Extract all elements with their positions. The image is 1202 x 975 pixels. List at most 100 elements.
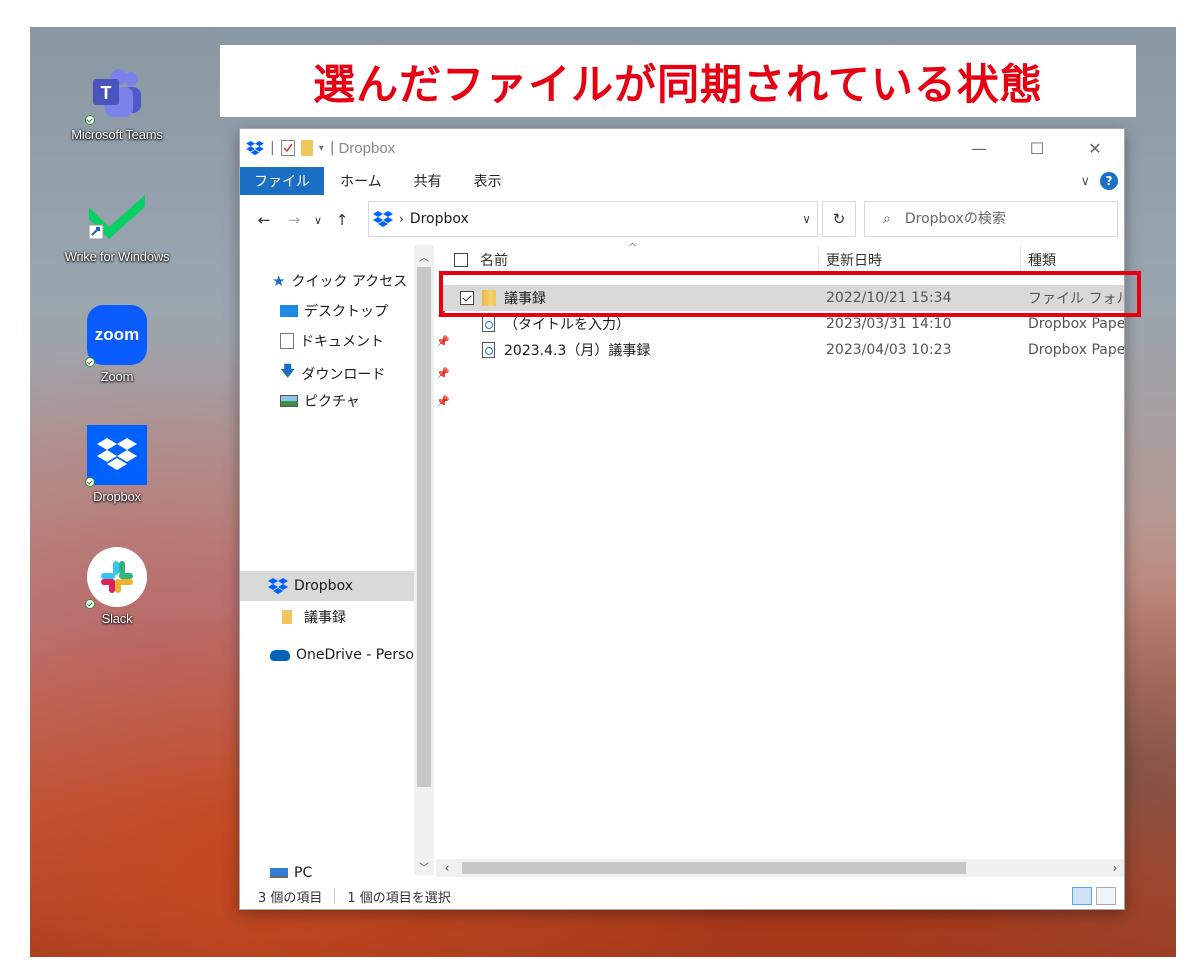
banner-text: 選んだファイルが同期されている状態 <box>313 59 1043 109</box>
desktop-icon-wrike[interactable]: Wrike for Windows <box>52 185 182 264</box>
nav-label: デスクトップ <box>304 304 388 320</box>
wrike-icon <box>87 185 147 245</box>
file-type: Dropbox Paper <box>1028 342 1125 358</box>
annotation-banner: 選んだファイルが同期されている状態 <box>220 45 1136 117</box>
tab-share[interactable]: 共有 <box>398 167 458 195</box>
nav-quick-access[interactable]: ★ クイック アクセス <box>272 271 407 291</box>
desktop-icon-zoom[interactable]: zoom Zoom <box>52 305 182 384</box>
view-toggle <box>1072 887 1116 905</box>
nav-item-onedrive[interactable]: OneDrive - Persor <box>270 647 420 663</box>
file-date: 2023/03/31 14:10 <box>826 316 952 332</box>
scrollbar-thumb[interactable] <box>462 862 966 874</box>
address-dropdown-chevron-icon[interactable]: ∨ <box>802 212 811 226</box>
breadcrumb[interactable]: Dropbox <box>410 211 469 227</box>
nav-label: ドキュメント <box>300 334 384 350</box>
desktop-icon-label: Slack <box>101 611 133 626</box>
nav-item-minutes-folder[interactable]: 議事録 <box>282 607 346 627</box>
desktop-icon <box>280 305 298 317</box>
address-bar[interactable]: › Dropbox ∨ <box>368 201 818 237</box>
maximize-icon[interactable]: ☐ <box>1008 129 1066 167</box>
zoom-logo-text: zoom <box>94 325 140 344</box>
item-count: 3 個の項目 <box>258 890 323 906</box>
quick-access-toolbar: | ▾ | <box>240 140 334 156</box>
sync-status-icon <box>85 357 95 367</box>
file-date: 2023/04/03 10:23 <box>826 342 952 358</box>
desktop-icon-label: Microsoft Teams <box>71 127 163 142</box>
search-box[interactable]: ⌕ <box>864 201 1118 237</box>
dropbox-icon <box>246 140 264 155</box>
tab-home[interactable]: ホーム <box>324 167 398 195</box>
folder-icon <box>282 610 292 624</box>
new-folder-icon[interactable] <box>300 140 313 156</box>
cloud-icon <box>270 649 290 661</box>
slack-icon <box>85 547 147 609</box>
window-controls: — ☐ ✕ <box>950 129 1124 167</box>
back-arrow-icon[interactable]: ← <box>252 211 276 229</box>
desktop-icon-slack[interactable]: Slack <box>52 547 182 626</box>
document-icon <box>280 333 294 349</box>
divider: | <box>329 140 335 156</box>
status-bar: 3 個の項目 1 個の項目を選択 <box>240 883 1124 909</box>
svg-text:T: T <box>101 83 112 103</box>
nav-item-pc[interactable]: PC <box>270 865 312 881</box>
scroll-up-chevron-icon[interactable]: ︿ <box>414 249 434 264</box>
select-all-checkbox[interactable] <box>454 253 468 267</box>
up-arrow-icon[interactable]: ↑ <box>330 211 354 229</box>
nav-label: ダウンロード <box>301 366 386 383</box>
properties-icon[interactable] <box>280 140 295 156</box>
divider: | <box>270 140 275 156</box>
explorer-window: | ▾ | Dropbox — ☐ ✕ ファイル ホーム 共有 表示 ∨ ? ←… <box>239 128 1125 910</box>
nav-item-dropbox[interactable]: Dropbox <box>240 571 414 601</box>
forward-arrow-icon[interactable]: → <box>282 211 306 229</box>
teams-icon: T <box>85 63 147 125</box>
dropbox-icon <box>268 577 288 594</box>
dropbox-paper-icon <box>482 316 495 332</box>
divider <box>334 888 336 904</box>
search-icon: ⌕ <box>883 211 891 227</box>
desktop-icon-label: Dropbox <box>93 489 141 504</box>
sync-status-icon <box>85 115 95 125</box>
nav-label: PC <box>294 865 313 881</box>
navigation-pane: ★ クイック アクセス デスクトップ 📌 ドキュメント 📌 🡇 ダウンロード 📌… <box>240 245 450 881</box>
column-label: 更新日時 <box>826 253 882 269</box>
recent-locations-chevron-icon[interactable]: ∨ <box>306 214 330 227</box>
selected-count: 1 個の項目を選択 <box>347 890 451 906</box>
scrollbar-thumb[interactable] <box>417 267 431 787</box>
nav-label: OneDrive - Persor <box>296 647 420 663</box>
dropbox-icon <box>85 425 147 487</box>
scroll-left-chevron-icon[interactable]: ‹ <box>438 859 456 877</box>
ribbon-tabs: ファイル ホーム 共有 表示 ∨ ? <box>240 167 1124 195</box>
nav-scrollbar[interactable]: ︿ ﹀ <box>414 245 434 875</box>
scroll-right-chevron-icon[interactable]: › <box>1106 859 1124 877</box>
window-title: Dropbox <box>338 139 396 157</box>
download-arrow-icon: 🡇 <box>280 362 296 380</box>
nav-label: ピクチャ <box>304 394 360 410</box>
file-name: （タイトルを入力） <box>504 317 630 333</box>
details-view-icon[interactable] <box>1072 887 1092 905</box>
table-row[interactable]: 2023.4.3（月）議事録 2023/04/03 10:23 Dropbox … <box>440 337 1125 363</box>
star-icon: ★ <box>272 272 286 290</box>
file-type: Dropbox Paper <box>1028 316 1125 332</box>
large-icons-view-icon[interactable] <box>1096 887 1116 905</box>
nav-label: 議事録 <box>304 610 346 626</box>
refresh-icon[interactable]: ↻ <box>822 201 856 237</box>
title-bar: | ▾ | Dropbox — ☐ ✕ <box>240 129 1124 167</box>
breadcrumb-separator-icon: › <box>399 212 404 226</box>
minimize-icon[interactable]: — <box>950 129 1008 167</box>
desktop-icon-teams[interactable]: T Microsoft Teams <box>52 63 182 142</box>
zoom-icon: zoom <box>85 305 147 367</box>
close-icon[interactable]: ✕ <box>1066 129 1124 167</box>
desktop-icon-dropbox[interactable]: Dropbox <box>52 425 182 504</box>
scroll-down-chevron-icon[interactable]: ﹀ <box>414 859 434 874</box>
customize-toolbar-chevron-icon[interactable]: ▾ <box>319 143 324 154</box>
sync-status-icon <box>85 477 95 487</box>
dropbox-paper-icon <box>482 342 495 358</box>
horizontal-scrollbar[interactable]: ‹ › <box>436 859 1124 877</box>
tab-file[interactable]: ファイル <box>240 167 324 195</box>
column-label: 種類 <box>1028 253 1056 269</box>
help-icon[interactable]: ? <box>1100 172 1118 190</box>
search-input[interactable] <box>904 211 1085 227</box>
ribbon-right: ∨ ? <box>1080 167 1124 195</box>
expand-ribbon-chevron-icon[interactable]: ∨ <box>1080 174 1090 189</box>
tab-view[interactable]: 表示 <box>458 167 518 195</box>
